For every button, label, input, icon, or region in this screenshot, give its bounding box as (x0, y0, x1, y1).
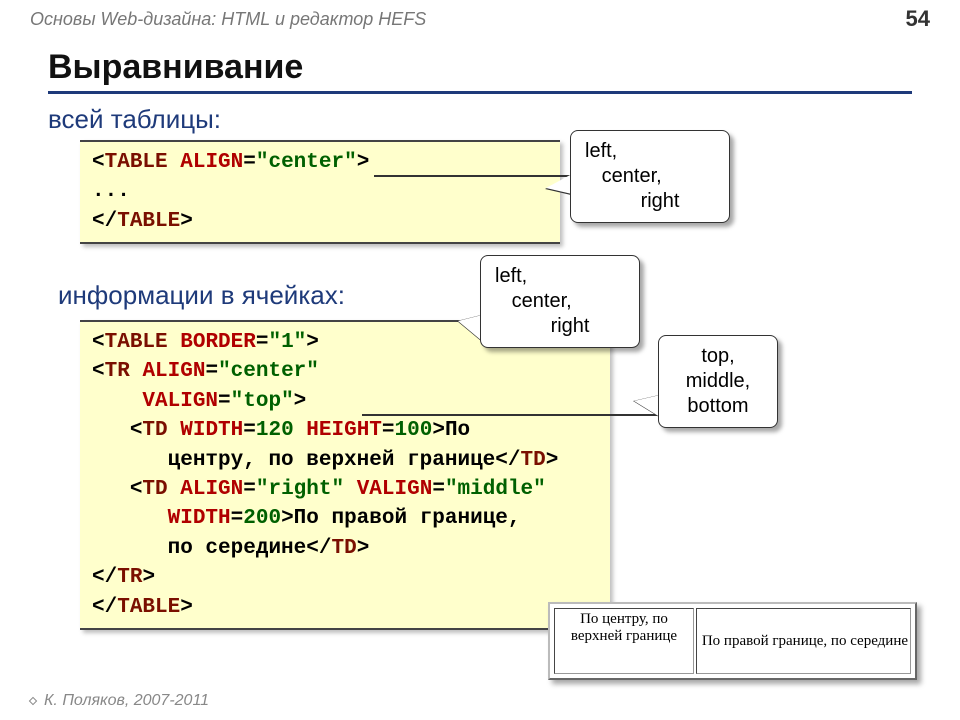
t: = (205, 360, 218, 383)
t: </ (92, 596, 117, 619)
t: TR (117, 566, 142, 589)
t: > (294, 390, 307, 413)
t (168, 478, 181, 501)
t (168, 419, 181, 442)
t: "1" (268, 331, 306, 354)
example-cell-b: По правой границе, по середине (696, 608, 911, 674)
t: по середине (168, 537, 307, 560)
callout-align-values-1: left, center, right (570, 130, 730, 223)
t: 120 (256, 419, 294, 442)
footer-text: К. Поляков, 2007-2011 (44, 692, 209, 709)
t: BORDER (180, 331, 256, 354)
t: < (92, 331, 105, 354)
t: < (130, 478, 143, 501)
callout-tail (634, 395, 660, 417)
t: </ (306, 537, 331, 560)
t: = (382, 419, 395, 442)
t: центру, по верхней границе (168, 449, 496, 472)
t: 200 (243, 507, 281, 530)
t (92, 419, 130, 442)
t: > (180, 596, 193, 619)
t: TABLE (105, 151, 168, 174)
t: = (432, 478, 445, 501)
callout-valign-values: top, middle, bottom (658, 335, 778, 428)
footer-author: К. Поляков, 2007-2011 (30, 692, 209, 710)
t: По (445, 419, 470, 442)
t: ALIGN (142, 360, 205, 383)
t: > (306, 331, 319, 354)
slide-title: Выравнивание (48, 48, 912, 94)
t (92, 507, 168, 530)
t (168, 151, 181, 174)
t: "center" (218, 360, 319, 383)
t: </ (92, 566, 117, 589)
t: TD (142, 478, 167, 501)
t: > (180, 210, 193, 233)
t: > (432, 419, 445, 442)
doc-title: Основы Web-дизайна: HTML и редактор HEFS (30, 9, 426, 30)
t: > (142, 566, 155, 589)
t: = (256, 331, 269, 354)
t: "right" (256, 478, 344, 501)
t: = (218, 390, 231, 413)
t: ALIGN (180, 151, 243, 174)
t: = (243, 419, 256, 442)
t (92, 449, 168, 472)
t (130, 360, 143, 383)
t: ... (92, 180, 130, 203)
t: TD (142, 419, 167, 442)
t: TD (521, 449, 546, 472)
t: < (92, 151, 105, 174)
subtitle-whole-table: всей таблицы: (48, 104, 221, 135)
t (168, 331, 181, 354)
t: TABLE (117, 596, 180, 619)
t: WIDTH (168, 507, 231, 530)
t: TABLE (117, 210, 180, 233)
t: < (130, 419, 143, 442)
t: ALIGN (180, 478, 243, 501)
t: < (92, 360, 105, 383)
t: VALIGN (357, 478, 433, 501)
subtitle-cells: информации в ячейках: (58, 280, 345, 311)
callout-tail (458, 315, 482, 341)
t (344, 478, 357, 501)
t: 100 (395, 419, 433, 442)
t: = (231, 507, 244, 530)
page-number: 54 (906, 6, 930, 32)
t: > (357, 537, 370, 560)
callout-align-values-2: left, center, right (480, 255, 640, 348)
t: "middle" (445, 478, 546, 501)
t: = (243, 151, 256, 174)
t (92, 537, 168, 560)
t: > (357, 151, 370, 174)
t: По правой границе, (294, 507, 521, 530)
t: > (281, 507, 294, 530)
t: = (243, 478, 256, 501)
t: TABLE (105, 331, 168, 354)
t: HEIGHT (306, 419, 382, 442)
t: "center" (256, 151, 357, 174)
t: </ (92, 210, 117, 233)
code-block-cell-align: <TABLE BORDER="1"> <TR ALIGN="center" VA… (80, 320, 610, 630)
t: TD (331, 537, 356, 560)
t: WIDTH (180, 419, 243, 442)
t (294, 419, 307, 442)
rendered-example-table: По центру, по верхней границе По правой … (548, 602, 917, 680)
t (92, 478, 130, 501)
callout-tail (546, 174, 572, 194)
t: VALIGN (142, 390, 218, 413)
example-cell-a: По центру, по верхней границе (554, 608, 694, 674)
t (92, 390, 142, 413)
t: > (546, 449, 559, 472)
t: "top" (231, 390, 294, 413)
code-block-table-align: <TABLE ALIGN="center"> ... </TABLE> (80, 140, 560, 244)
bullet-icon (29, 697, 37, 705)
t: TR (105, 360, 130, 383)
connector-line (362, 414, 658, 416)
t: </ (495, 449, 520, 472)
